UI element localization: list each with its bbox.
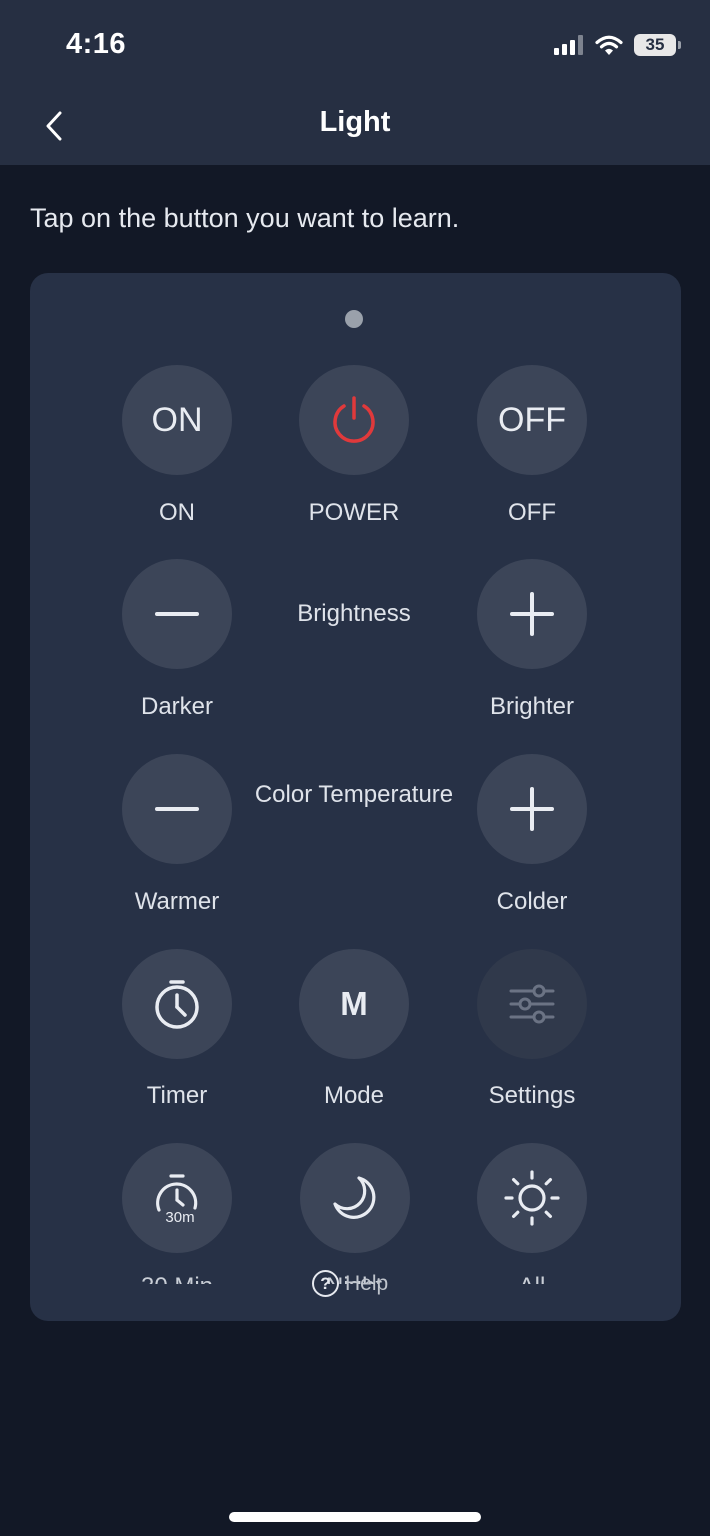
page-title: Light bbox=[319, 106, 391, 138]
brightness-group-label: Brightness bbox=[297, 600, 411, 627]
on-label: ON bbox=[159, 499, 195, 526]
home-indicator[interactable] bbox=[229, 1512, 481, 1522]
status-icons: 35 bbox=[554, 31, 681, 59]
settings-label: Settings bbox=[488, 1082, 576, 1109]
plus-icon bbox=[510, 592, 554, 636]
power-label: POWER bbox=[308, 499, 400, 526]
remote-panel: ON ON POWER OFF OFF Darker Brightness Br… bbox=[30, 273, 681, 1321]
brighter-label: Brighter bbox=[489, 693, 575, 720]
status-time: 4:16 bbox=[66, 28, 127, 60]
on-button-glyph: ON bbox=[151, 400, 203, 439]
power-button[interactable] bbox=[299, 365, 409, 475]
battery-indicator: 35 bbox=[634, 34, 681, 56]
sliders-icon bbox=[509, 984, 555, 1024]
help-icon: ? bbox=[312, 1270, 339, 1297]
mode-label: Mode bbox=[323, 1082, 385, 1109]
brighter-button[interactable] bbox=[477, 559, 587, 669]
wifi-icon bbox=[595, 35, 623, 55]
stopwatch-30m-icon: 30m bbox=[156, 1174, 198, 1226]
sun-icon bbox=[504, 1170, 560, 1226]
plus-icon bbox=[510, 787, 554, 831]
all-button[interactable] bbox=[477, 1143, 587, 1253]
page-indicator-dot bbox=[345, 310, 363, 328]
off-button[interactable]: OFF bbox=[477, 365, 587, 475]
darker-label: Darker bbox=[140, 693, 213, 720]
off-button-glyph: OFF bbox=[498, 400, 566, 439]
top-bar: 4:16 35 Light bbox=[0, 0, 710, 165]
color-temperature-group-label: Color Temperature bbox=[254, 781, 454, 808]
on-button[interactable]: ON bbox=[122, 365, 232, 475]
timer-30m-glyph: 30m bbox=[165, 1209, 194, 1226]
cellular-signal-icon bbox=[554, 35, 583, 55]
timer-30m-label: 30 Min bbox=[82, 1273, 272, 1284]
mode-button-glyph: M bbox=[340, 985, 368, 1022]
darker-button[interactable] bbox=[122, 559, 232, 669]
help-label: Help bbox=[345, 1271, 389, 1295]
all-label: All bbox=[437, 1273, 627, 1284]
timer-button[interactable] bbox=[122, 949, 232, 1059]
warmer-label: Warmer bbox=[134, 888, 220, 915]
timer-30m-button[interactable]: 30m bbox=[122, 1143, 232, 1253]
settings-button[interactable] bbox=[477, 949, 587, 1059]
timer-label: Timer bbox=[146, 1082, 208, 1109]
off-label: OFF bbox=[508, 499, 556, 526]
moon-icon bbox=[333, 1176, 376, 1219]
minus-icon bbox=[155, 807, 199, 811]
instruction-text: Tap on the button you want to learn. bbox=[30, 203, 460, 233]
mode-button[interactable]: M bbox=[299, 949, 409, 1059]
warmer-button[interactable] bbox=[122, 754, 232, 864]
colder-label: Colder bbox=[496, 888, 568, 915]
stopwatch-icon bbox=[155, 980, 199, 1029]
power-icon bbox=[333, 396, 375, 443]
minus-icon bbox=[155, 612, 199, 616]
colder-button[interactable] bbox=[477, 754, 587, 864]
help-link[interactable]: ? Help bbox=[312, 1270, 388, 1297]
night-button[interactable] bbox=[300, 1143, 410, 1253]
